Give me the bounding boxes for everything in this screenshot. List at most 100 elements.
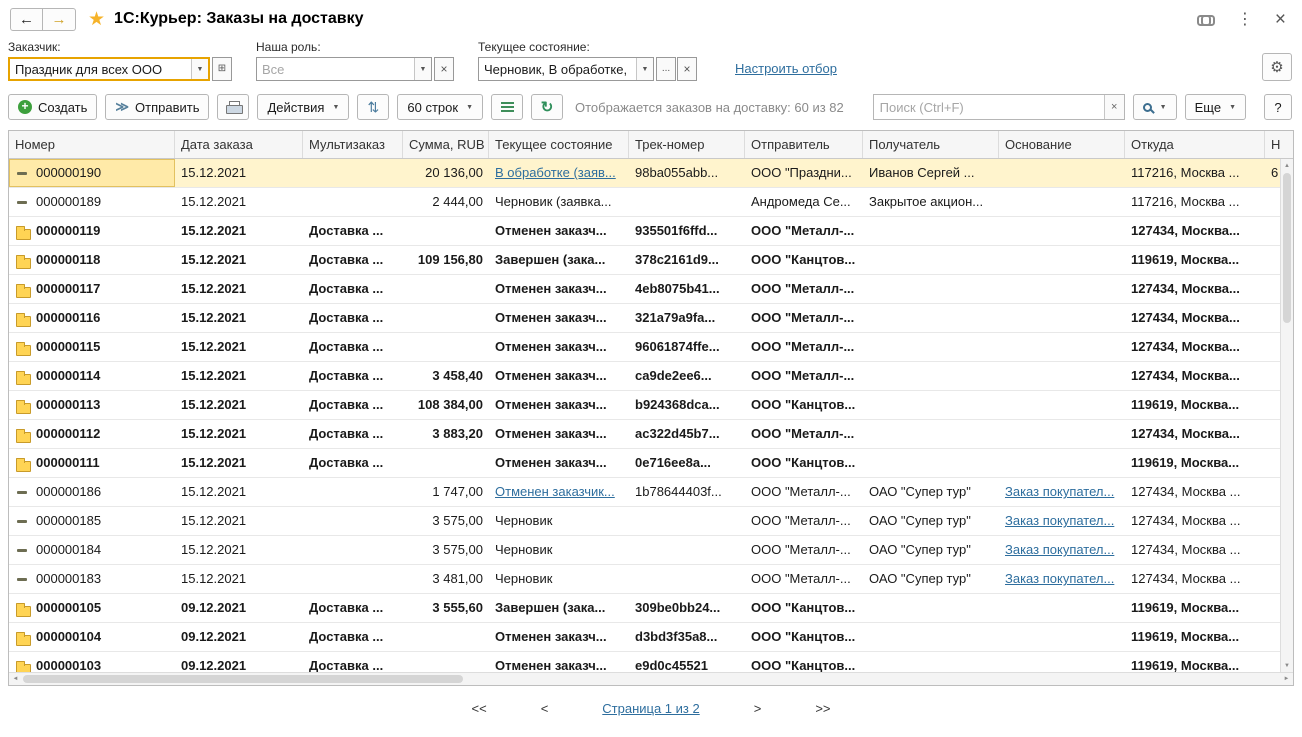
scroll-right-icon[interactable]: ► [1280,673,1293,685]
state-text[interactable]: Отменен заказч... [495,455,607,470]
table-row[interactable]: 000000113 15.12.2021 Доставка ... 108 38… [9,391,1280,420]
table-row[interactable]: 000000111 15.12.2021 Доставка ... Отмене… [9,449,1280,478]
table-row[interactable]: 000000105 09.12.2021 Доставка ... 3 555,… [9,594,1280,623]
table-row[interactable]: 000000189 15.12.2021 2 444,00 Черновик (… [9,188,1280,217]
create-button[interactable]: + Создать [8,94,97,120]
column-header-extra[interactable]: Н [1265,131,1280,158]
state-text[interactable]: Отменен заказч... [495,281,607,296]
vertical-scrollbar[interactable]: ▲ ▼ [1280,159,1293,672]
table-row[interactable]: 000000104 09.12.2021 Доставка ... Отмене… [9,623,1280,652]
customer-input[interactable] [10,59,191,79]
basis-link[interactable]: Заказ покупател... [1005,513,1114,528]
table-row[interactable]: 000000190 15.12.2021 20 136,00 В обработ… [9,159,1280,188]
state-text[interactable]: Отменен заказч... [495,310,607,325]
column-header-recipient[interactable]: Получатель [863,131,999,158]
table-body: 000000190 15.12.2021 20 136,00 В обработ… [9,159,1280,672]
state-text[interactable]: Черновик (заявка... [495,194,612,209]
last-page-button[interactable]: >> [815,701,830,716]
page-indicator-link[interactable]: Страница 1 из 2 [602,701,699,716]
state-text[interactable]: В обработке (заяв... [495,165,616,180]
table-row[interactable]: 000000103 09.12.2021 Доставка ... Отмене… [9,652,1280,672]
state-text[interactable]: Отменен заказчик... [495,484,615,499]
column-header-number[interactable]: Номер [9,131,175,158]
sort-button[interactable]: ⇅ [357,94,389,120]
table-row[interactable]: 000000119 15.12.2021 Доставка ... Отмене… [9,217,1280,246]
state-text[interactable]: Черновик [495,571,552,586]
search-input[interactable] [874,95,1104,119]
table-row[interactable]: 000000118 15.12.2021 Доставка ... 109 15… [9,246,1280,275]
column-header-basis[interactable]: Основание [999,131,1125,158]
column-header-sender[interactable]: Отправитель [745,131,863,158]
role-input[interactable] [257,58,414,80]
table-row[interactable]: 000000116 15.12.2021 Доставка ... Отмене… [9,304,1280,333]
customer-open-button[interactable]: ⊞ [212,57,232,81]
horizontal-scrollbar-thumb[interactable] [23,675,463,683]
favorite-star-icon[interactable]: ★ [88,8,105,31]
get-link-icon[interactable] [1197,11,1215,27]
state-clear-button[interactable]: × [677,57,697,81]
print-button[interactable] [217,94,249,120]
rows-count-button[interactable]: 60 строк ▼ [397,94,483,120]
state-text[interactable]: Отменен заказч... [495,629,607,644]
prev-page-button[interactable]: < [541,701,549,716]
table-row[interactable]: 000000186 15.12.2021 1 747,00 Отменен за… [9,478,1280,507]
state-text[interactable]: Завершен (зака... [495,600,605,615]
state-text[interactable]: Отменен заказч... [495,397,607,412]
state-text[interactable]: Отменен заказч... [495,223,607,238]
configure-filter-link[interactable]: Настроить отбор [735,61,837,76]
state-text[interactable]: Отменен заказч... [495,426,607,441]
vertical-scrollbar-thumb[interactable] [1283,173,1291,323]
state-text[interactable]: Черновик [495,513,552,528]
basis-link[interactable]: Заказ покупател... [1005,571,1114,586]
back-button[interactable]: ← [10,8,43,31]
forward-button[interactable]: → [43,8,76,31]
table-row[interactable]: 000000117 15.12.2021 Доставка ... Отмене… [9,275,1280,304]
cell-basis [999,449,1125,477]
state-more-button[interactable]: ... [656,57,676,81]
scroll-up-icon[interactable]: ▲ [1281,159,1293,172]
first-page-button[interactable]: << [472,701,487,716]
column-header-state[interactable]: Текущее состояние [489,131,629,158]
basis-link[interactable]: Заказ покупател... [1005,484,1114,499]
column-header-date[interactable]: Дата заказа [175,131,303,158]
role-clear-button[interactable]: × [434,57,454,81]
state-dropdown-button[interactable]: ▼ [636,58,653,80]
search-clear-button[interactable]: × [1104,95,1124,119]
table-row[interactable]: 000000185 15.12.2021 3 575,00 Черновик О… [9,507,1280,536]
refresh-button[interactable]: ↻ [531,94,563,120]
state-input[interactable] [479,58,636,80]
basis-link[interactable]: Заказ покупател... [1005,542,1114,557]
scroll-down-icon[interactable]: ▼ [1281,659,1293,672]
next-page-button[interactable]: > [754,701,762,716]
help-button[interactable]: ? [1264,94,1292,120]
table-row[interactable]: 000000114 15.12.2021 Доставка ... 3 458,… [9,362,1280,391]
table-row[interactable]: 000000115 15.12.2021 Доставка ... Отмене… [9,333,1280,362]
role-dropdown-button[interactable]: ▼ [414,58,431,80]
column-header-multiorder[interactable]: Мультизаказ [303,131,403,158]
hierarchy-view-button[interactable] [491,94,523,120]
settings-button[interactable]: ⚙ [1262,53,1292,81]
more-button[interactable]: Еще ▼ [1185,94,1246,120]
close-icon[interactable]: × [1275,10,1286,29]
column-header-track[interactable]: Трек-номер [629,131,745,158]
state-text[interactable]: Отменен заказч... [495,339,607,354]
scroll-left-icon[interactable]: ◄ [9,673,22,685]
customer-dropdown-button[interactable]: ▼ [191,59,208,79]
cell-track-number [629,536,745,564]
actions-button[interactable]: Действия ▼ [257,94,349,120]
search-options-button[interactable]: ▼ [1133,94,1177,120]
order-number: 000000113 [36,391,100,419]
state-text[interactable]: Черновик [495,542,552,557]
state-text[interactable]: Отменен заказч... [495,368,607,383]
state-text[interactable]: Завершен (зака... [495,252,605,267]
table-row[interactable]: 000000112 15.12.2021 Доставка ... 3 883,… [9,420,1280,449]
menu-dots-icon[interactable]: ⋮ [1237,9,1253,29]
send-button[interactable]: ≫ Отправить [105,94,209,120]
table-row[interactable]: 000000184 15.12.2021 3 575,00 Черновик О… [9,536,1280,565]
cell-basis [999,304,1125,332]
horizontal-scrollbar[interactable]: ◄ ► [9,672,1293,685]
column-header-amount[interactable]: Сумма, RUB [403,131,489,158]
state-text[interactable]: Отменен заказч... [495,658,607,672]
column-header-from[interactable]: Откуда [1125,131,1265,158]
table-row[interactable]: 000000183 15.12.2021 3 481,00 Черновик О… [9,565,1280,594]
